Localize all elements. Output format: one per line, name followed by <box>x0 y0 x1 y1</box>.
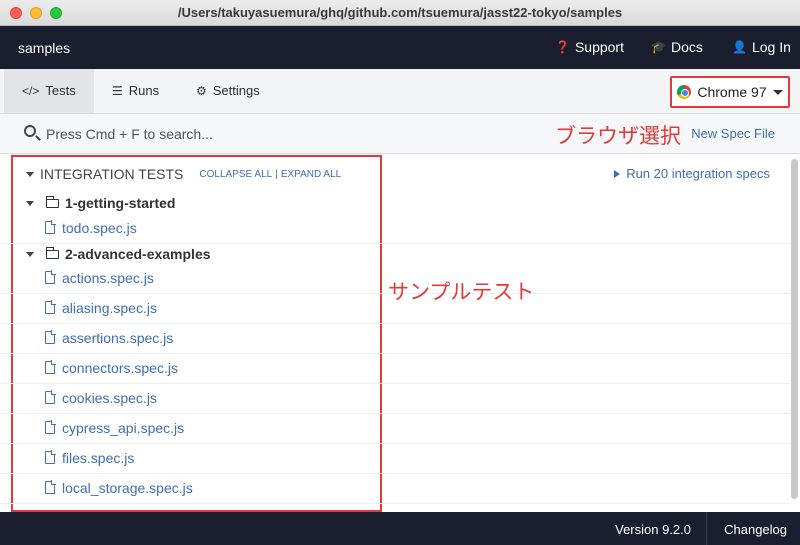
caret-down-icon <box>26 251 34 257</box>
changelog-link[interactable]: Changelog <box>724 522 787 537</box>
folder-2-advanced-examples[interactable]: 2-advanced-examples <box>26 246 211 262</box>
spec-name: actions.spec.js <box>62 270 154 286</box>
spec-name: local_storage.spec.js <box>62 480 193 496</box>
search-icon <box>24 125 36 137</box>
gear-icon: ⚙ <box>196 84 207 98</box>
collapse-all-link[interactable]: COLLAPSE ALL <box>199 169 272 180</box>
spec-list: INTEGRATION TESTS COLLAPSE ALL | EXPAND AL… <box>0 154 800 512</box>
folder-name: 2-advanced-examples <box>65 246 211 262</box>
section-title: INTEGRATION TESTS <box>40 166 184 182</box>
tab-bar: </> Tests ☰ Runs ⚙ Settings Chrome 97 <box>0 69 800 114</box>
file-icon <box>45 390 56 404</box>
top-nav: samples ❓ Support 🎓 Docs 👤 Log In <box>0 27 800 69</box>
tab-runs[interactable]: ☰ Runs <box>94 69 177 113</box>
spec-name: connectors.spec.js <box>62 360 178 376</box>
integration-tests-header[interactable]: INTEGRATION TESTS COLLAPSE ALL | EXPAND AL… <box>26 166 341 182</box>
tab-runs-label: Runs <box>128 83 160 98</box>
scrollbar[interactable] <box>791 159 798 499</box>
file-icon <box>45 420 56 434</box>
new-spec-file-link[interactable]: New Spec File <box>691 126 775 141</box>
tab-settings-label: Settings <box>212 83 260 98</box>
run-all-label: Run 20 integration specs <box>626 166 770 181</box>
link-separator: | <box>275 168 278 180</box>
caret-down-icon <box>26 171 34 177</box>
folder-1-getting-started[interactable]: 1-getting-started <box>26 195 175 211</box>
file-icon <box>45 360 56 374</box>
folder-name: 1-getting-started <box>65 195 176 211</box>
spec-name: files.spec.js <box>62 450 135 466</box>
support-label: Support <box>574 39 624 55</box>
tab-settings[interactable]: ⚙ Settings <box>178 69 278 113</box>
run-all-specs-button[interactable]: Run 20 integration specs <box>614 166 770 181</box>
user-icon: 👤 <box>732 40 747 54</box>
spec-name: assertions.spec.js <box>62 330 174 346</box>
question-circle-icon: ❓ <box>555 40 570 54</box>
window-title: /Users/takuyasuemura/ghq/github.com/tsue… <box>177 5 623 20</box>
docs-link[interactable]: 🎓 Docs <box>651 39 703 55</box>
caret-down-icon <box>26 200 34 206</box>
folder-open-icon <box>46 246 59 259</box>
docs-label: Docs <box>670 39 703 55</box>
sample-tests-annotation: サンプルテスト <box>388 280 535 304</box>
code-icon: </> <box>22 84 40 98</box>
footer-divider <box>706 512 707 545</box>
spec-item[interactable]: assertions.spec.js <box>0 324 790 354</box>
spec-name: cookies.spec.js <box>62 390 157 406</box>
spec-name: aliasing.spec.js <box>62 300 157 316</box>
graduation-cap-icon: 🎓 <box>651 40 666 54</box>
search-input[interactable] <box>46 122 346 146</box>
chevron-down-icon <box>772 89 783 95</box>
version-label: Version 9.2.0 <box>615 522 691 537</box>
collapse-expand-links: COLLAPSE ALL | EXPAND ALL <box>199 169 341 180</box>
login-label: Log In <box>751 39 791 55</box>
browser-label: Chrome 97 <box>697 84 767 100</box>
file-icon <box>45 330 56 344</box>
file-icon <box>45 220 56 234</box>
footer: Version 9.2.0 Changelog <box>0 512 800 545</box>
support-link[interactable]: ❓ Support <box>555 39 624 55</box>
browser-select-annotation: ブラウザ選択 <box>555 124 681 148</box>
tab-tests-label: Tests <box>45 83 76 98</box>
window-title-bar: /Users/takuyasuemura/ghq/github.com/tsue… <box>0 0 800 26</box>
spec-item[interactable]: files.spec.js <box>0 444 790 474</box>
file-icon <box>45 300 56 314</box>
login-link[interactable]: 👤 Log In <box>732 39 791 55</box>
spec-item[interactable]: cookies.spec.js <box>0 384 790 414</box>
spec-item[interactable]: todo.spec.js <box>0 214 790 244</box>
expand-all-link[interactable]: EXPAND ALL <box>281 169 341 180</box>
play-icon <box>614 169 621 178</box>
spec-item[interactable]: cypress_api.spec.js <box>0 414 790 444</box>
file-icon <box>45 270 56 284</box>
spec-name: cypress_api.spec.js <box>62 420 185 436</box>
spec-name: todo.spec.js <box>62 220 137 236</box>
project-name: samples <box>18 40 71 56</box>
browser-select-button[interactable]: Chrome 97 <box>670 76 790 108</box>
tab-tests[interactable]: </> Tests <box>4 69 94 113</box>
spec-item[interactable]: connectors.spec.js <box>0 354 790 384</box>
file-icon <box>45 450 56 464</box>
chrome-icon <box>677 85 692 99</box>
new-spec-file-label: New Spec File <box>691 126 775 141</box>
folder-open-icon <box>46 195 59 208</box>
spec-item[interactable]: local_storage.spec.js <box>0 474 790 504</box>
database-icon: ☰ <box>112 84 123 98</box>
file-icon <box>45 480 56 494</box>
